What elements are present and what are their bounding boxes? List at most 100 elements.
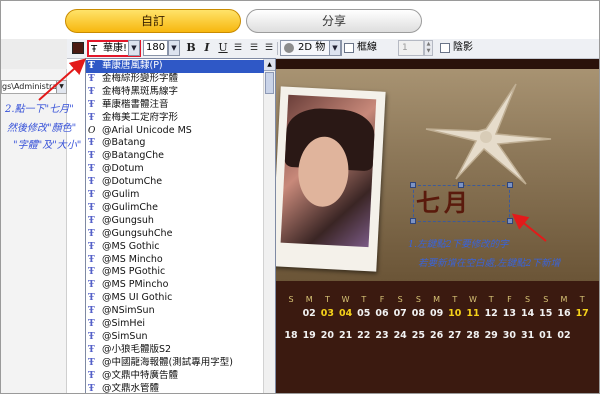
font-list-item-label: @Batang <box>102 137 146 149</box>
opacity-input[interactable]: 1 <box>398 40 424 56</box>
align-left-icon[interactable]: ☰ <box>231 41 245 55</box>
shadow-checkbox[interactable] <box>440 43 450 53</box>
font-list-item[interactable]: Ŧ @SimSun <box>86 331 264 344</box>
annotation-step2-line2: 然後修改"顏色" <box>7 123 77 134</box>
bold-button[interactable]: B <box>184 41 198 55</box>
annotation-step2-line3: "字體"及"大小" <box>13 140 82 151</box>
text-toolbar: Ŧ 華康! ▼ 180 ▼ B I U ☰ ☰ ☰ 2D 物 ▼ 框線 1 ▲ ▼… <box>67 39 599 59</box>
font-list-item[interactable]: Ŧ @MS UI Gothic <box>86 292 264 305</box>
chevron-down-icon[interactable]: ▼ <box>56 81 66 93</box>
resize-handle[interactable] <box>410 218 416 224</box>
calendar-weekday: S <box>397 295 403 304</box>
font-list-item-label: @DotumChe <box>102 176 163 188</box>
calendar-date: 22 <box>357 330 371 341</box>
font-family-dropdown-list[interactable]: ▲ Ŧ 華康唐風隸(P) Ŧ 金梅綜形變形字體 Ŧ 金梅特黑斑馬線字 Ŧ 華康楷書體注音 Ŧ 金梅… <box>85 58 276 394</box>
calendar-date: 26 <box>429 330 444 341</box>
calendar-date: 19 <box>302 330 316 341</box>
calendar-weekday: M <box>305 295 313 304</box>
resize-handle[interactable] <box>458 182 464 188</box>
font-list-item-label: @Gungsuh <box>102 214 154 226</box>
truetype-icon: Ŧ <box>88 357 95 368</box>
opentype-icon: O <box>88 125 96 136</box>
truetype-icon: Ŧ <box>88 254 95 265</box>
font-list-item[interactable]: Ŧ 金梅美工定府字形 <box>86 112 264 125</box>
calendar-weekday: T <box>579 295 585 304</box>
calendar-date: 29 <box>484 330 498 341</box>
font-list-item[interactable]: Ŧ @MS PMincho <box>86 279 264 292</box>
font-list-item[interactable]: Ŧ @SimHei <box>86 318 264 331</box>
truetype-icon: Ŧ <box>88 202 95 213</box>
font-list-item[interactable]: Ŧ 華康楷書體注音 <box>86 99 264 112</box>
opacity-spinner[interactable]: ▲ ▼ <box>424 40 433 56</box>
resize-handle[interactable] <box>507 218 513 224</box>
font-list-item[interactable]: Ŧ @GungsuhChe <box>86 228 264 241</box>
border-checkbox[interactable] <box>344 43 354 53</box>
font-size-dropdown-button[interactable]: ▼ <box>168 40 180 56</box>
font-list-item[interactable]: Ŧ @小狼毛體版S2 <box>86 344 264 357</box>
canvas-note-1: 1.左鍵點2下要修改的字 <box>408 239 509 250</box>
font-list-item[interactable]: Ŧ @MS PGothic <box>86 266 264 279</box>
font-size-input[interactable]: 180 <box>143 40 168 56</box>
font-list-item[interactable]: Ŧ @Gulim <box>86 189 264 202</box>
scroll-up-icon[interactable]: ▲ <box>264 59 275 71</box>
align-center-icon[interactable]: ☰ <box>247 41 261 55</box>
italic-button[interactable]: I <box>200 41 214 55</box>
calendar-date: 10 <box>448 308 462 319</box>
underline-button[interactable]: U <box>216 41 230 55</box>
calendar-date: 24 <box>393 330 407 341</box>
resize-handle[interactable] <box>410 182 416 188</box>
font-list-item-label: @GungsuhChe <box>102 227 173 239</box>
font-family-value: 華康! <box>103 43 128 54</box>
text-color-swatch[interactable] <box>72 42 84 54</box>
font-list-item[interactable]: Ŧ @MS Gothic <box>86 241 264 254</box>
font-list-item[interactable]: Ŧ 金梅綜形變形字體 <box>86 73 264 86</box>
left-panel: gs\Administrato ▼ <box>1 39 67 393</box>
calendar-canvas[interactable]: 七月 1.左鍵點2下要修改的字 若要新增在空白處,左鍵點2下新增 S M T W T F S… <box>276 59 599 393</box>
truetype-icon: Ŧ <box>88 267 95 278</box>
font-list-item[interactable]: Ŧ @文鼎中特廣告體 <box>86 370 264 383</box>
font-list-item[interactable]: Ŧ @BatangChe <box>86 150 264 163</box>
app-window: 自訂 分享 gs\Administrato ▼ 2.點一下"七月" 然後修改"顏… <box>0 0 600 394</box>
font-list-item[interactable]: Ŧ @中國龍海報體(測試專用字型) <box>86 357 264 370</box>
font-list-item[interactable]: Ŧ @Gungsuh <box>86 215 264 228</box>
calendar-date: 02 <box>302 308 316 319</box>
font-list-item-label: @文鼎水管體 <box>102 382 160 394</box>
font-list-item[interactable]: Ŧ @文鼎水管體 <box>86 383 264 394</box>
scrollbar-thumb[interactable] <box>265 72 274 94</box>
calendar-date: 11 <box>466 308 480 319</box>
tab-customize[interactable]: 自訂 <box>65 9 241 33</box>
align-right-icon[interactable]: ☰ <box>262 41 276 55</box>
font-list-item[interactable]: O @Arial Unicode MS <box>86 125 264 138</box>
calendar-date: 12 <box>484 308 498 319</box>
calendar-weekday: W <box>341 295 350 304</box>
font-list-item[interactable]: Ŧ @Batang <box>86 137 264 150</box>
font-list-item-label: 華康楷書體注音 <box>102 98 169 110</box>
font-list-item[interactable]: Ŧ @GulimChe <box>86 202 264 215</box>
font-list-scrollbar[interactable]: ▲ <box>263 59 275 393</box>
calendar-date: 03 <box>320 308 334 319</box>
truetype-icon: Ŧ <box>88 138 95 149</box>
font-list-item[interactable]: Ŧ 華康唐風隸(P) <box>86 60 264 73</box>
calendar-date: 16 <box>557 308 571 319</box>
calendar-date: 09 <box>429 308 444 319</box>
shape-effect-dropdown-button[interactable]: ▼ <box>329 40 341 56</box>
font-list-item[interactable]: Ŧ @Dotum <box>86 163 264 176</box>
portrait-photo[interactable] <box>276 86 386 272</box>
font-list-item[interactable]: Ŧ @NSimSun <box>86 305 264 318</box>
font-list-item-label: @SimSun <box>102 330 148 342</box>
shadow-label: 陰影 <box>453 42 473 53</box>
calendar-weekday: T <box>488 295 494 304</box>
month-text[interactable]: 七月 <box>416 187 511 219</box>
folder-path-dropdown[interactable]: gs\Administrato ▼ <box>1 80 67 94</box>
font-list-item-label: @Arial Unicode MS <box>102 124 192 136</box>
font-list-item[interactable]: Ŧ @DotumChe <box>86 176 264 189</box>
truetype-icon: Ŧ <box>88 86 95 97</box>
resize-handle[interactable] <box>507 182 513 188</box>
font-family-dropdown-button[interactable]: ▼ <box>128 40 140 56</box>
font-list-item[interactable]: Ŧ @MS Mincho <box>86 254 264 267</box>
font-list-item[interactable]: Ŧ 金梅特黑斑馬線字 <box>86 86 264 99</box>
font-list-item-label: 華康唐風隸(P) <box>102 60 163 71</box>
tab-share[interactable]: 分享 <box>246 9 422 33</box>
truetype-icon: Ŧ <box>88 344 95 355</box>
canvas-note-2: 若要新增在空白處,左鍵點2下新增 <box>418 258 561 269</box>
